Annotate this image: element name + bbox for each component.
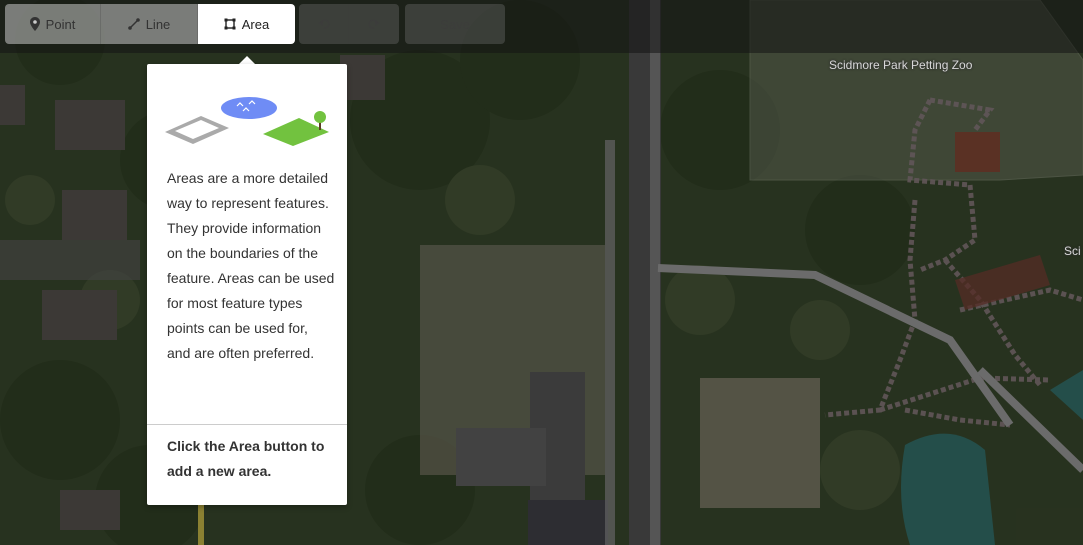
map-label-partial: Sci [1064, 244, 1081, 258]
redo-button[interactable] [349, 4, 399, 44]
point-label: Point [45, 16, 76, 32]
area-illustration-icon [165, 97, 329, 146]
history-buttons [299, 4, 399, 44]
point-icon [29, 17, 40, 31]
redo-icon [368, 19, 380, 29]
add-point-button[interactable]: Point [5, 4, 101, 44]
save-button[interactable]: Save [405, 4, 505, 44]
area-label: Area [241, 16, 270, 32]
undo-icon [317, 19, 330, 29]
undo-button[interactable] [299, 4, 349, 44]
add-line-button[interactable]: Line [101, 4, 198, 44]
line-label: Line [145, 16, 171, 32]
tooltip-divider [147, 424, 347, 425]
tooltip-instruction-text: Click the Area button to add a new area. [167, 438, 325, 479]
add-area-button[interactable]: Area [198, 4, 295, 44]
mode-buttons: Point Line Area [5, 4, 295, 44]
map-label-petting-zoo: Scidmore Park Petting Zoo [829, 58, 973, 72]
tooltip-arrow [239, 56, 255, 64]
tooltip-body-text: Areas are a more detailed way to represe… [167, 170, 335, 361]
area-tooltip: Areas are a more detailed way to represe… [147, 64, 347, 505]
area-icon [224, 18, 236, 30]
line-icon [127, 18, 140, 30]
